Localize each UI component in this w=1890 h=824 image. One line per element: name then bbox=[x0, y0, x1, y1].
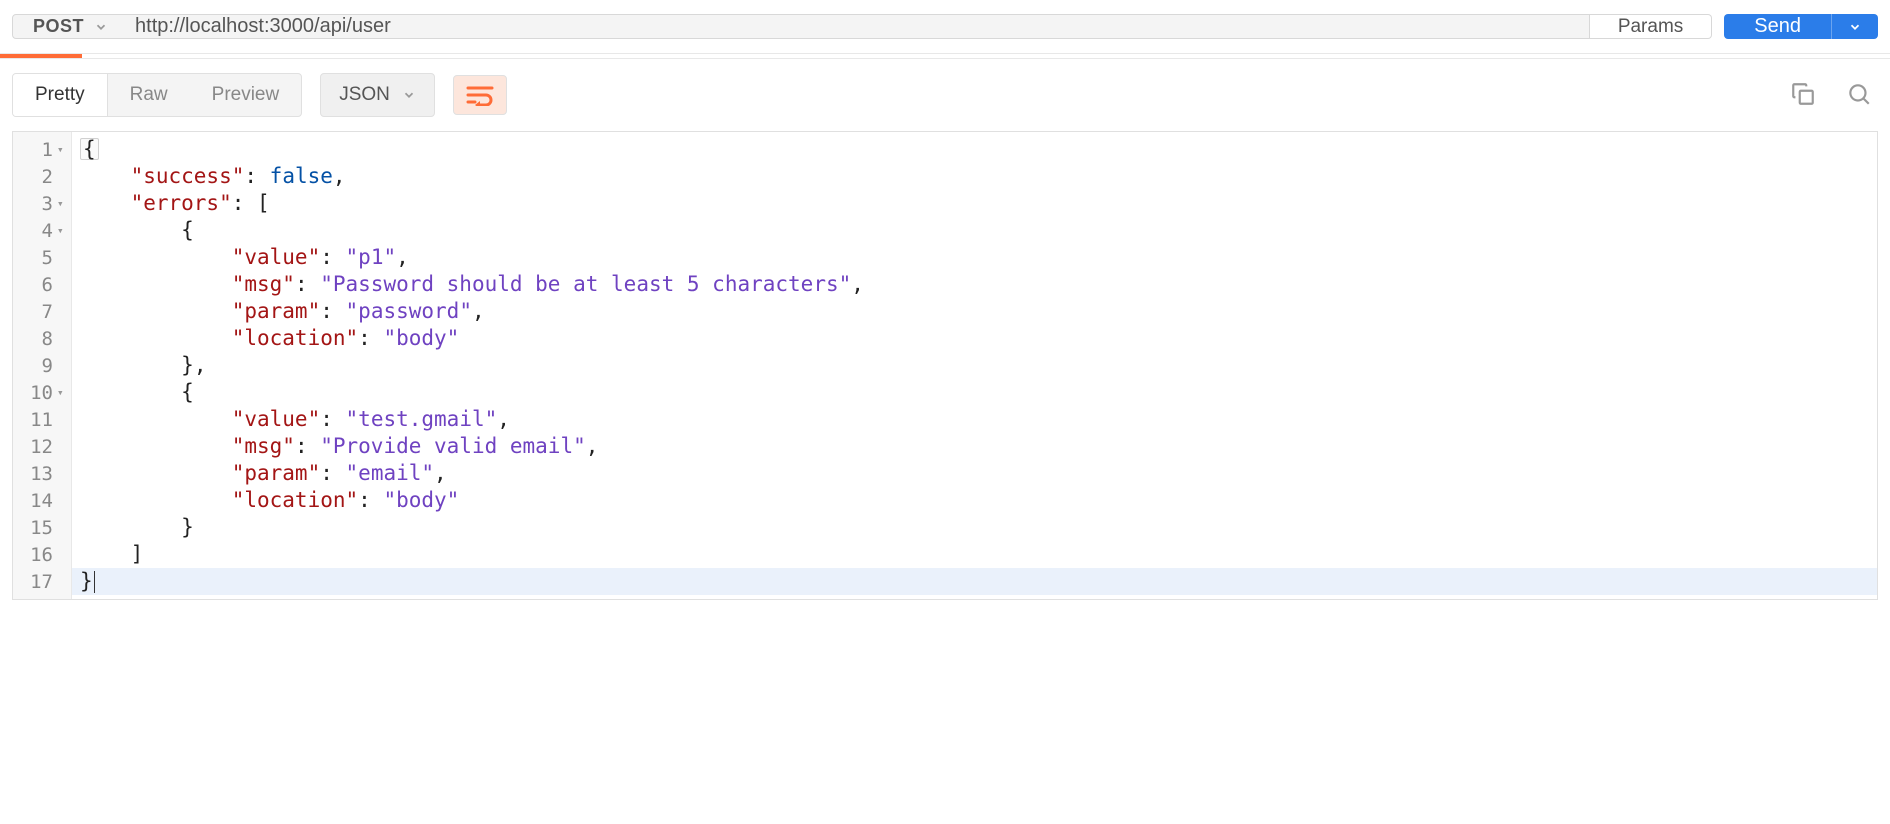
wrap-icon bbox=[466, 84, 494, 106]
url-input[interactable]: http://localhost:3000/api/user bbox=[117, 14, 1590, 39]
line-gutter: 1▾ 2 3▾ 4▾ 5 6 7 8 9 10▾ 11 12 13 14 15 … bbox=[13, 132, 72, 599]
fold-toggle[interactable]: ▾ bbox=[57, 143, 65, 156]
tab-raw[interactable]: Raw bbox=[108, 74, 190, 116]
code-line: { bbox=[72, 217, 1877, 244]
tab-pretty[interactable]: Pretty bbox=[13, 74, 108, 116]
line-number: 16 bbox=[30, 544, 53, 566]
format-select[interactable]: JSON bbox=[320, 73, 435, 117]
line-number: 12 bbox=[30, 436, 53, 458]
text-cursor bbox=[94, 571, 95, 593]
code-line: "success": false, bbox=[72, 163, 1877, 190]
fold-toggle[interactable]: ▾ bbox=[57, 197, 65, 210]
code-line: } bbox=[72, 568, 1877, 595]
line-number: 2 bbox=[42, 166, 53, 188]
params-button[interactable]: Params bbox=[1590, 14, 1712, 39]
format-label: JSON bbox=[339, 84, 390, 106]
wrap-lines-button[interactable] bbox=[453, 75, 507, 115]
line-number: 11 bbox=[30, 409, 53, 431]
code-line: { bbox=[72, 379, 1877, 406]
code-line: "param": "email", bbox=[72, 460, 1877, 487]
url-text: http://localhost:3000/api/user bbox=[135, 15, 391, 38]
line-number: 8 bbox=[42, 328, 53, 350]
line-number: 1 bbox=[42, 139, 53, 161]
code-line: "msg": "Provide valid email", bbox=[72, 433, 1877, 460]
copy-icon bbox=[1790, 81, 1816, 107]
code-line: "param": "password", bbox=[72, 298, 1877, 325]
code-line: "location": "body" bbox=[72, 325, 1877, 352]
chevron-down-icon bbox=[1848, 20, 1862, 34]
line-number: 7 bbox=[42, 301, 53, 323]
fold-toggle[interactable]: ▾ bbox=[57, 224, 65, 237]
line-number: 10 bbox=[30, 382, 53, 404]
line-number: 13 bbox=[30, 463, 53, 485]
line-number: 14 bbox=[30, 490, 53, 512]
code-line: { bbox=[72, 136, 1877, 163]
code-line: "value": "p1", bbox=[72, 244, 1877, 271]
url-group: POST http://localhost:3000/api/user Para… bbox=[12, 14, 1712, 39]
search-icon bbox=[1846, 81, 1872, 107]
code-line: "msg": "Password should be at least 5 ch… bbox=[72, 271, 1877, 298]
line-number: 15 bbox=[30, 517, 53, 539]
send-button[interactable]: Send bbox=[1724, 14, 1831, 39]
line-number: 17 bbox=[30, 571, 53, 593]
code-line: "location": "body" bbox=[72, 487, 1877, 514]
search-button[interactable] bbox=[1840, 75, 1878, 116]
code-line: "value": "test.gmail", bbox=[72, 406, 1877, 433]
line-number: 9 bbox=[42, 355, 53, 377]
send-group: Send bbox=[1724, 14, 1878, 39]
code-line: } bbox=[72, 514, 1877, 541]
chevron-down-icon bbox=[94, 20, 108, 34]
line-number: 3 bbox=[42, 193, 53, 215]
fold-toggle[interactable]: ▾ bbox=[57, 386, 65, 399]
tab-preview[interactable]: Preview bbox=[190, 74, 302, 116]
code-line: "errors": [ bbox=[72, 190, 1877, 217]
copy-button[interactable] bbox=[1784, 75, 1822, 116]
line-number: 4 bbox=[42, 220, 53, 242]
chevron-down-icon bbox=[402, 88, 416, 102]
response-body-editor[interactable]: 1▾ 2 3▾ 4▾ 5 6 7 8 9 10▾ 11 12 13 14 15 … bbox=[12, 131, 1878, 600]
view-tabs: Pretty Raw Preview bbox=[12, 73, 302, 117]
code-content: { "success": false, "errors": [ { "value… bbox=[72, 132, 1877, 599]
code-line: }, bbox=[72, 352, 1877, 379]
response-toolbar: Pretty Raw Preview JSON bbox=[0, 59, 1890, 131]
code-line: ] bbox=[72, 541, 1877, 568]
request-bar: POST http://localhost:3000/api/user Para… bbox=[0, 0, 1890, 54]
line-number: 6 bbox=[42, 274, 53, 296]
line-number: 5 bbox=[42, 247, 53, 269]
http-method-label: POST bbox=[33, 16, 84, 37]
http-method-select[interactable]: POST bbox=[12, 14, 129, 39]
send-dropdown-button[interactable] bbox=[1831, 14, 1878, 39]
